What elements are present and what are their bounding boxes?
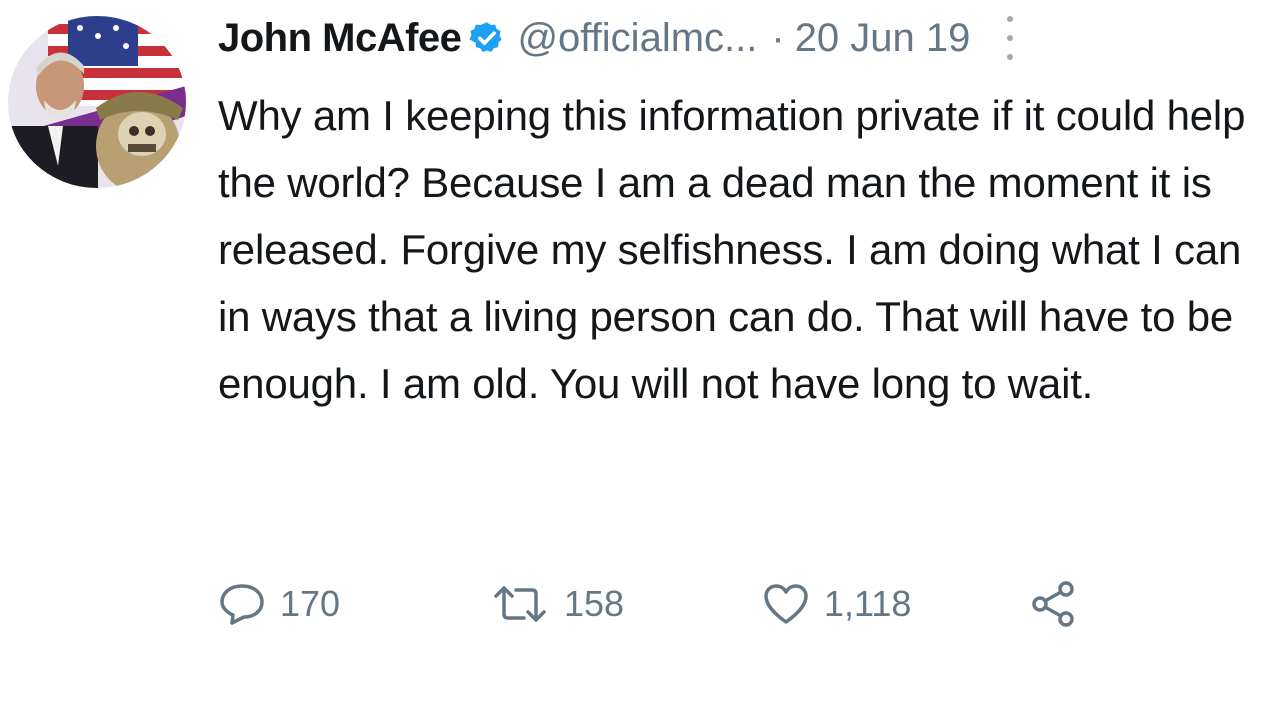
retweet-icon <box>490 582 550 626</box>
tweet-header: John McAfee @officialmc... · 20 Jun 19 <box>218 8 1268 68</box>
reply-icon <box>218 582 266 626</box>
share-icon <box>1028 580 1080 628</box>
heart-icon <box>762 582 810 626</box>
tweet-content: John McAfee @officialmc... · 20 Jun 19 W… <box>218 8 1268 417</box>
reply-button[interactable]: 170 <box>218 582 490 626</box>
author-handle[interactable]: @officialmc... <box>517 16 757 61</box>
header-separator: · <box>771 15 785 60</box>
retweet-count: 158 <box>564 583 625 624</box>
avatar-image <box>8 16 186 188</box>
more-vertical-icon[interactable] <box>1000 16 1020 60</box>
avatar[interactable] <box>8 16 186 188</box>
tweet-card[interactable]: John McAfee @officialmc... · 20 Jun 19 W… <box>0 0 1280 720</box>
like-button[interactable]: 1,118 <box>762 582 1028 626</box>
like-count: 1,118 <box>824 583 912 624</box>
verified-badge-icon <box>469 20 505 56</box>
reply-count: 170 <box>280 583 341 624</box>
retweet-button[interactable]: 158 <box>490 582 762 626</box>
author-name[interactable]: John McAfee <box>218 16 462 61</box>
share-button[interactable] <box>1028 580 1080 628</box>
tweet-text: Why am I keeping this information privat… <box>218 92 1246 407</box>
tweet-date[interactable]: 20 Jun 19 <box>795 16 971 61</box>
tweet-actions: 170 158 1,118 <box>218 578 1080 630</box>
